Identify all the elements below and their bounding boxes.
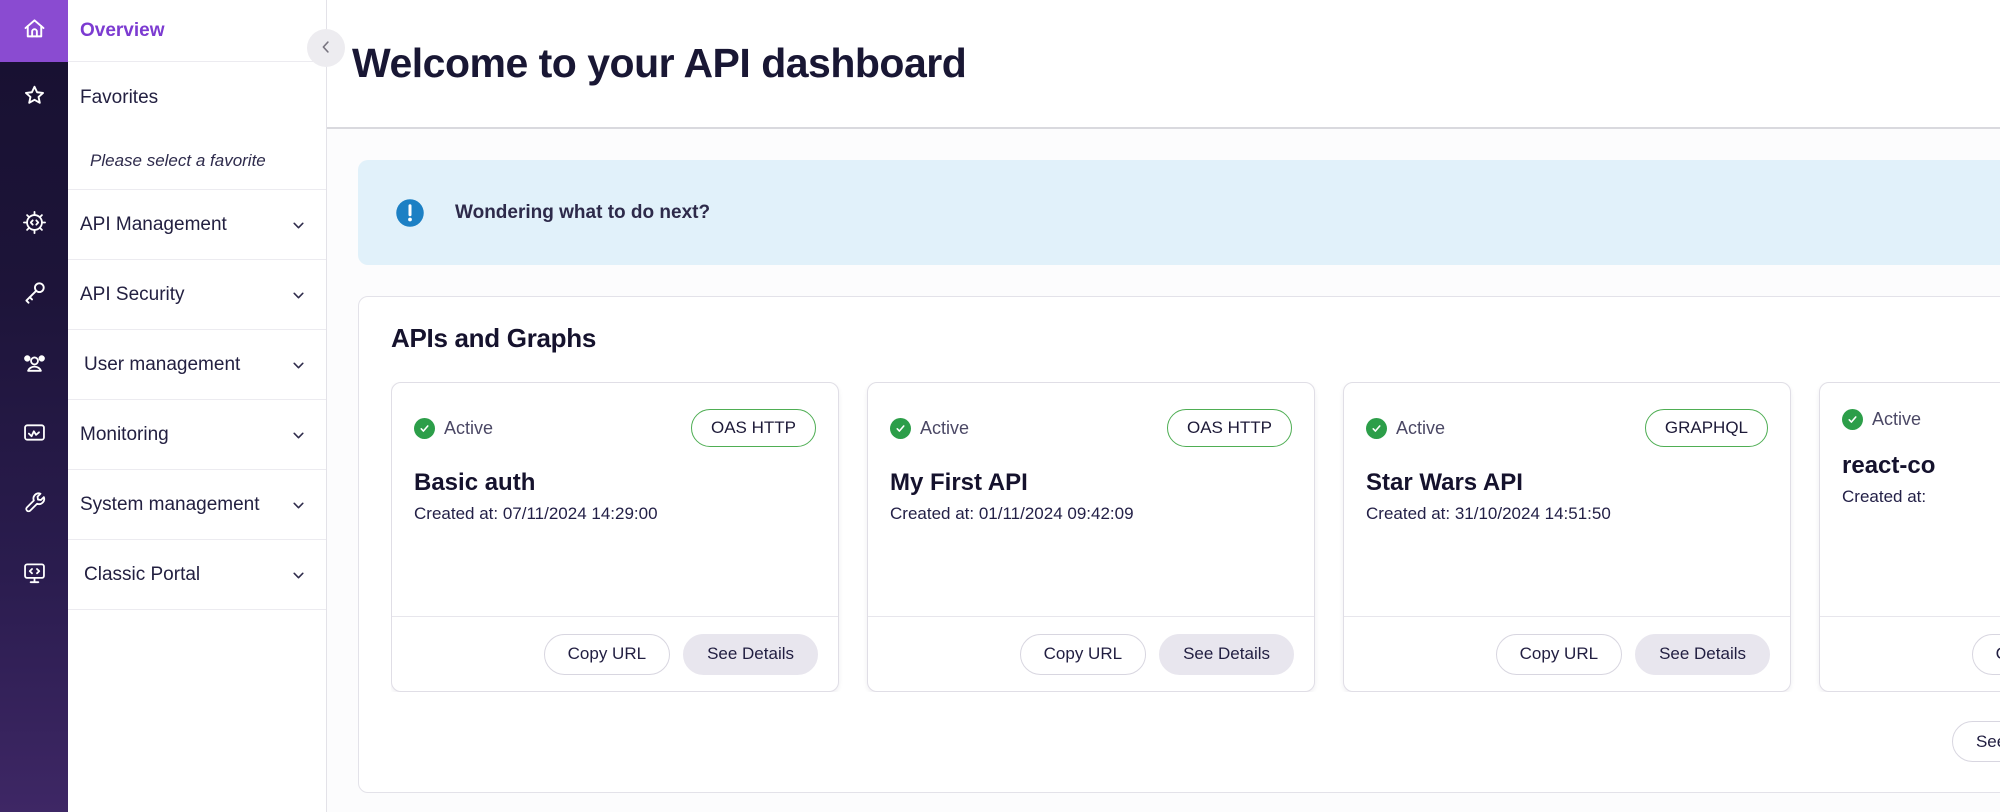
api-card-footer: Copy URL See Details [392, 616, 838, 691]
api-gear-icon [21, 209, 48, 241]
rail-item-favorites[interactable] [0, 62, 68, 133]
api-card-footer: Copy URL See Details [1820, 616, 2000, 691]
api-card-body: Active react-co Created at: [1820, 383, 2000, 616]
sidebar-item-api-management[interactable]: API Management [68, 190, 326, 260]
status-badge: Active [1396, 418, 1645, 439]
sidebar-item-overview[interactable]: Overview [68, 0, 326, 62]
rail-item-overview[interactable] [0, 0, 68, 62]
rail-item-api-management[interactable] [0, 190, 68, 260]
sidebar-item-label: API Security [80, 284, 291, 306]
status-check-icon [1366, 418, 1387, 439]
portal-monitor-icon [21, 559, 48, 591]
sidebar-item-system-management[interactable]: System management [68, 470, 326, 540]
rail-item-classic-portal[interactable] [0, 540, 68, 610]
rail-item-monitoring[interactable] [0, 400, 68, 470]
api-card-title: My First API [890, 469, 1292, 497]
copy-url-button[interactable]: Copy URL [1972, 634, 2000, 675]
rail-item-system-management[interactable] [0, 470, 68, 540]
api-card: Active react-co Created at: Copy URL See… [1819, 382, 2000, 692]
page-title: Welcome to your API dashboard [352, 40, 966, 87]
api-card-body: Active OAS HTTP My First API Created at:… [868, 383, 1314, 616]
page-header: Welcome to your API dashboard [327, 0, 2000, 129]
status-check-icon [414, 418, 435, 439]
wrench-icon [21, 489, 48, 521]
api-type-badge: OAS HTTP [691, 409, 816, 447]
chevron-down-icon [291, 357, 306, 372]
chevron-down-icon [291, 497, 306, 512]
apis-and-graphs-panel: APIs and Graphs Active OAS HTTP Basic au… [358, 296, 2000, 793]
panel-title: APIs and Graphs [391, 323, 2000, 354]
banner-message: Wondering what to do next? [455, 202, 2000, 224]
chevron-down-icon [291, 217, 306, 232]
api-card-title: react-co [1842, 452, 2000, 480]
api-card-footer: Copy URL See Details [868, 616, 1314, 691]
sidebar-item-label: Overview [80, 20, 306, 42]
api-card-body: Active GRAPHQL Star Wars API Created at:… [1344, 383, 1790, 616]
copy-url-button[interactable]: Copy URL [1020, 634, 1146, 675]
api-type-badge: OAS HTTP [1167, 409, 1292, 447]
status-check-icon [1842, 409, 1863, 430]
home-icon [21, 15, 48, 47]
main-area: Welcome to your API dashboard Wondering … [327, 0, 2000, 812]
status-badge: Active [1872, 409, 2000, 430]
api-card: Active OAS HTTP My First API Created at:… [867, 382, 1315, 692]
see-details-button[interactable]: See Details [1635, 634, 1770, 675]
info-icon [395, 198, 425, 228]
sidebar-collapse-button[interactable] [307, 29, 345, 67]
favorites-empty-note-text: Please select a favorite [90, 151, 266, 171]
api-card-created-at: Created at: 07/11/2024 14:29:00 [414, 504, 816, 524]
sidebar-item-label: API Management [80, 214, 291, 236]
status-badge: Active [920, 418, 1167, 439]
key-icon [21, 279, 48, 311]
sidebar-item-api-security[interactable]: API Security [68, 260, 326, 330]
sidebar-item-label: User management [84, 354, 291, 376]
sidebar-item-favorites[interactable]: Favorites [68, 62, 326, 133]
status-badge: Active [444, 418, 691, 439]
status-check-icon [890, 418, 911, 439]
monitor-pulse-icon [21, 419, 48, 451]
icon-rail [0, 0, 68, 812]
rail-spacer [0, 133, 68, 190]
chevron-left-icon [317, 38, 335, 59]
sidebar-item-classic-portal[interactable]: Classic Portal [68, 540, 326, 610]
main-content: Wondering what to do next? Open Ideas AP… [327, 129, 2000, 812]
info-banner: Wondering what to do next? Open Ideas [358, 160, 2000, 265]
api-card: Active GRAPHQL Star Wars API Created at:… [1343, 382, 1791, 692]
chevron-down-icon [291, 427, 306, 442]
chevron-down-icon [291, 567, 306, 582]
api-card: Active OAS HTTP Basic auth Created at: 0… [391, 382, 839, 692]
sidebar-item-label: Favorites [80, 87, 306, 109]
see-details-button[interactable]: See Details [1159, 634, 1294, 675]
api-card-created-at: Created at: 31/10/2024 14:51:50 [1366, 504, 1768, 524]
panel-footer: See All Graphs See All APIs [391, 721, 2000, 762]
sidebar-item-label: Classic Portal [84, 564, 291, 586]
sidebar: Overview Favorites Please select a favor… [68, 0, 327, 812]
copy-url-button[interactable]: Copy URL [544, 634, 670, 675]
api-card-created-at: Created at: [1842, 487, 2000, 507]
see-all-graphs-button[interactable]: See All Graphs [1952, 721, 2000, 762]
api-card-body: Active OAS HTTP Basic auth Created at: 0… [392, 383, 838, 616]
sidebar-item-user-management[interactable]: User management [68, 330, 326, 400]
see-details-button[interactable]: See Details [683, 634, 818, 675]
star-icon [21, 82, 48, 114]
sidebar-item-monitoring[interactable]: Monitoring [68, 400, 326, 470]
api-type-badge: GRAPHQL [1645, 409, 1768, 447]
api-card-created-at: Created at: 01/11/2024 09:42:09 [890, 504, 1292, 524]
api-card-row: Active OAS HTTP Basic auth Created at: 0… [391, 382, 2000, 692]
api-card-title: Star Wars API [1366, 469, 1768, 497]
rail-item-api-security[interactable] [0, 260, 68, 330]
sidebar-item-label: Monitoring [80, 424, 291, 446]
users-icon [21, 349, 48, 381]
api-card-footer: Copy URL See Details [1344, 616, 1790, 691]
copy-url-button[interactable]: Copy URL [1496, 634, 1622, 675]
chevron-down-icon [291, 287, 306, 302]
sidebar-item-label: System management [80, 494, 291, 516]
app-root: Overview Favorites Please select a favor… [0, 0, 2000, 812]
favorites-empty-note: Please select a favorite [68, 133, 326, 190]
api-card-title: Basic auth [414, 469, 816, 497]
rail-item-user-management[interactable] [0, 330, 68, 400]
